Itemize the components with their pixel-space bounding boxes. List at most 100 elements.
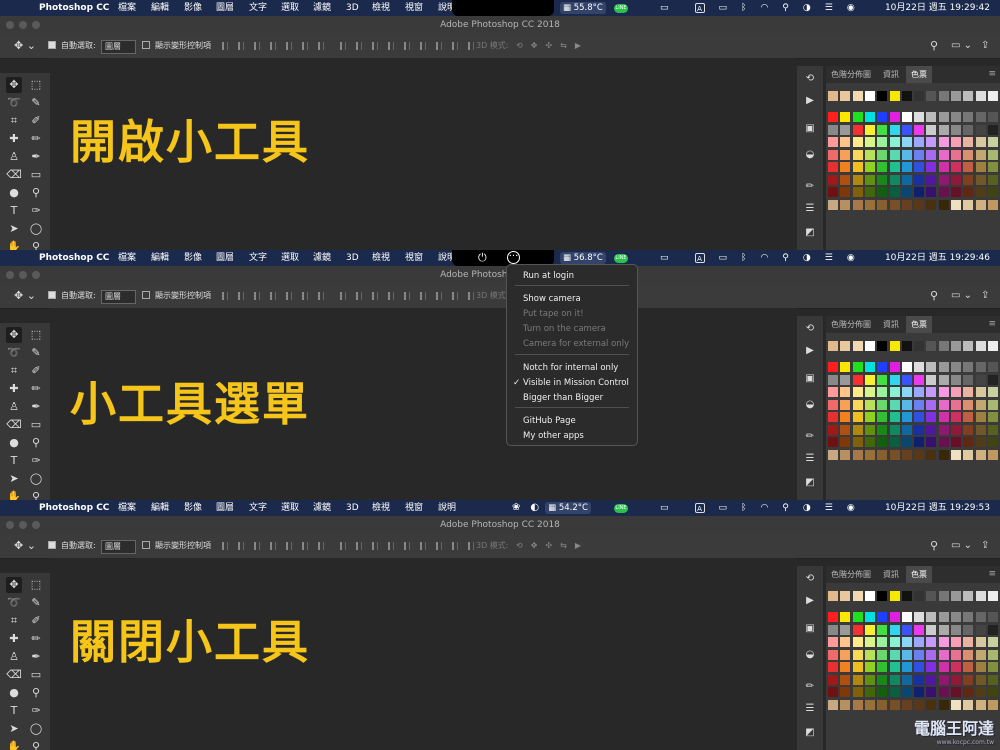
shape-tool-icon[interactable]: ◯ bbox=[28, 221, 44, 237]
color-swatch[interactable] bbox=[951, 612, 961, 622]
color-swatch[interactable] bbox=[889, 199, 900, 210]
menu-item[interactable]: 圖層 bbox=[216, 500, 234, 516]
color-swatch[interactable] bbox=[889, 424, 900, 435]
color-swatch[interactable] bbox=[926, 387, 937, 397]
auto-select-dropdown[interactable]: 圖層 bbox=[101, 40, 136, 54]
color-swatch[interactable] bbox=[938, 437, 949, 447]
color-swatch[interactable] bbox=[914, 174, 925, 185]
color-swatch[interactable] bbox=[963, 374, 974, 385]
color-swatch[interactable] bbox=[889, 612, 900, 622]
color-swatch[interactable] bbox=[938, 387, 949, 397]
color-swatch[interactable] bbox=[914, 637, 925, 647]
battery-icon[interactable]: ▭ bbox=[719, 0, 728, 16]
color-swatch[interactable] bbox=[901, 449, 912, 460]
color-swatch[interactable] bbox=[864, 437, 875, 447]
color-swatch[interactable] bbox=[963, 112, 974, 122]
temperature-readout[interactable]: ▦ 56.8°C bbox=[560, 252, 606, 264]
menu-item[interactable]: 3D bbox=[346, 500, 359, 516]
crop-tool-icon[interactable]: ⌗ bbox=[6, 113, 22, 129]
color-swatch[interactable] bbox=[914, 149, 925, 160]
auto-select-checkbox[interactable] bbox=[48, 291, 56, 299]
color-swatch[interactable] bbox=[877, 612, 888, 622]
color-swatch[interactable] bbox=[975, 341, 986, 351]
color-swatch[interactable] bbox=[889, 412, 900, 422]
color-swatch[interactable] bbox=[975, 612, 986, 622]
color-swatch[interactable] bbox=[901, 199, 912, 210]
color-swatch[interactable] bbox=[975, 662, 986, 672]
color-swatch[interactable] bbox=[864, 387, 875, 397]
color-swatch[interactable] bbox=[963, 437, 974, 447]
hand-tool-icon[interactable]: ✋ bbox=[6, 489, 22, 500]
menu-item[interactable]: 檢視 bbox=[372, 500, 390, 516]
color-swatch[interactable] bbox=[877, 362, 888, 372]
color-swatch[interactable] bbox=[840, 662, 851, 672]
color-swatch[interactable] bbox=[926, 362, 937, 372]
panel-menu-icon[interactable]: ≡ bbox=[988, 566, 996, 583]
color-swatch[interactable] bbox=[975, 449, 986, 460]
move-tool-preset-icon[interactable]: ✥ ⌄ bbox=[14, 34, 36, 58]
color-swatch[interactable] bbox=[852, 174, 863, 185]
notch-menu-item[interactable]: Show camera bbox=[523, 292, 581, 306]
menu-item[interactable]: 影像 bbox=[184, 500, 202, 516]
color-swatch[interactable] bbox=[975, 591, 986, 601]
color-swatch[interactable] bbox=[840, 199, 851, 210]
color-swatch[interactable] bbox=[963, 662, 974, 672]
menu-item[interactable]: 選取 bbox=[281, 250, 299, 266]
color-swatch[interactable] bbox=[951, 374, 961, 385]
color-swatch[interactable] bbox=[963, 424, 974, 435]
color-swatch[interactable] bbox=[963, 399, 974, 410]
color-swatch[interactable] bbox=[852, 687, 863, 697]
color-swatch[interactable] bbox=[914, 387, 925, 397]
workspace-icon[interactable]: ▭ ⌄ bbox=[951, 534, 972, 558]
color-swatch[interactable] bbox=[926, 612, 937, 622]
color-swatch[interactable] bbox=[914, 687, 925, 697]
color-swatch[interactable] bbox=[840, 387, 851, 397]
gradient-tool-icon[interactable]: ▭ bbox=[28, 417, 44, 433]
menubar-clock[interactable]: 10月22日 週五 19:29:42 bbox=[885, 0, 990, 16]
color-swatch[interactable] bbox=[901, 149, 912, 160]
color-swatch[interactable] bbox=[828, 162, 838, 172]
color-swatch[interactable] bbox=[914, 374, 925, 385]
color-swatch[interactable] bbox=[951, 199, 961, 210]
zoom-tool-icon[interactable]: ⚲ bbox=[28, 739, 44, 750]
color-swatch[interactable] bbox=[914, 649, 925, 660]
color-swatch[interactable] bbox=[987, 637, 998, 647]
color-swatch[interactable] bbox=[963, 174, 974, 185]
notification-icon[interactable]: ▭ bbox=[660, 500, 669, 516]
menu-item[interactable]: 文字 bbox=[249, 250, 267, 266]
marquee-tool-icon[interactable]: ⬚ bbox=[28, 577, 44, 593]
color-swatch[interactable] bbox=[828, 649, 838, 660]
auto-select-checkbox[interactable] bbox=[48, 41, 56, 49]
notch-menu-item[interactable]: Visible in Mission Control bbox=[523, 376, 629, 390]
color-swatch[interactable] bbox=[901, 341, 912, 351]
color-swatch[interactable] bbox=[963, 387, 974, 397]
color-swatch[interactable] bbox=[877, 687, 888, 697]
search-icon[interactable]: ⚲ bbox=[930, 34, 938, 58]
color-swatch[interactable] bbox=[901, 124, 912, 135]
quick-select-tool-icon[interactable]: ✎ bbox=[28, 595, 44, 611]
color-swatch[interactable] bbox=[951, 112, 961, 122]
eyedropper-tool-icon[interactable]: ✐ bbox=[28, 363, 44, 379]
color-swatch[interactable] bbox=[840, 162, 851, 172]
crop-tool-icon[interactable]: ⌗ bbox=[6, 363, 22, 379]
color-swatch[interactable] bbox=[864, 174, 875, 185]
temperature-readout[interactable]: ▦ 55.8°C bbox=[560, 2, 606, 14]
libraries-icon[interactable]: ▣ bbox=[803, 122, 817, 136]
color-swatch[interactable] bbox=[975, 674, 986, 685]
color-swatch[interactable] bbox=[926, 412, 937, 422]
color-swatch[interactable] bbox=[987, 187, 998, 197]
crop-tool-icon[interactable]: ⌗ bbox=[6, 613, 22, 629]
color-swatch[interactable] bbox=[987, 91, 998, 101]
control-center-icon[interactable]: ☰ bbox=[825, 0, 833, 16]
window-controls[interactable] bbox=[6, 21, 40, 29]
zoom-tool-icon[interactable]: ⚲ bbox=[28, 239, 44, 250]
color-swatch[interactable] bbox=[864, 649, 875, 660]
menu-item[interactable]: 濾鏡 bbox=[313, 250, 331, 266]
color-swatch[interactable] bbox=[864, 662, 875, 672]
color-swatch[interactable] bbox=[889, 649, 900, 660]
color-swatch[interactable] bbox=[901, 91, 912, 101]
color-swatch[interactable] bbox=[852, 624, 863, 635]
color-swatch[interactable] bbox=[914, 674, 925, 685]
color-swatch[interactable] bbox=[926, 699, 937, 710]
menu-item[interactable]: 檔案 bbox=[118, 500, 136, 516]
